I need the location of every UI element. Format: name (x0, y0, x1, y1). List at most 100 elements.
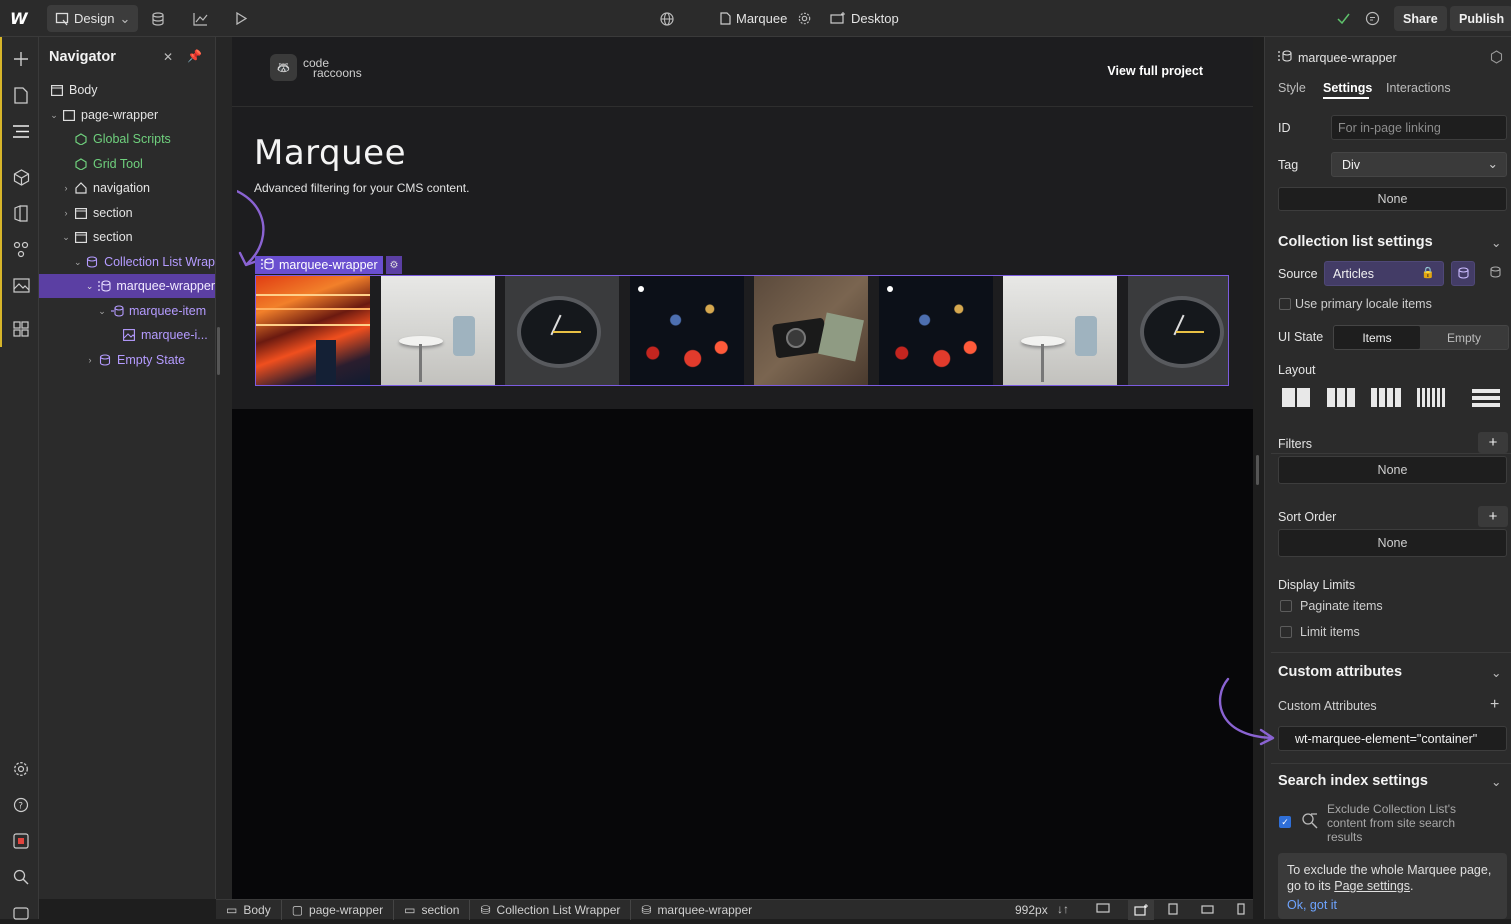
primary-locale-checkbox[interactable] (1279, 298, 1291, 310)
close-icon[interactable]: ✕ (163, 50, 173, 64)
nav-item-navigation[interactable]: › navigation (39, 176, 215, 200)
breadcrumb-body[interactable]: ▭ Body (216, 899, 282, 920)
video-tutorials-icon[interactable] (10, 902, 32, 924)
search-index-title[interactable]: Search index settings (1278, 773, 1428, 789)
desktop-icon[interactable] (1096, 903, 1110, 918)
nav-item-marquee-item[interactable]: ⌄ marquee-item (39, 299, 215, 323)
nav-item-marquee-wrapper[interactable]: ⌄ marquee-wrapper (39, 274, 215, 298)
pin-icon[interactable]: 📌 (187, 49, 202, 63)
preview-icon[interactable] (235, 0, 247, 37)
layout-rows-option[interactable] (1468, 384, 1504, 411)
style-manager-icon[interactable] (10, 202, 32, 224)
ui-state-items-option[interactable]: Items (1334, 326, 1420, 349)
layout-3-columns-option[interactable] (1323, 384, 1359, 411)
exclude-search-checkbox[interactable]: ✓ (1279, 816, 1291, 828)
ok-got-it-link[interactable]: Ok, got it (1287, 898, 1337, 912)
none-field[interactable]: None (1278, 187, 1507, 211)
marquee-image-bokeh-2[interactable] (878, 276, 993, 385)
nav-item-collection-list-wrapper[interactable]: ⌄ Collection List Wrap (39, 250, 215, 274)
check-icon[interactable] (1337, 0, 1350, 37)
tablet-icon[interactable] (1168, 903, 1178, 918)
sort-order-field[interactable]: None (1278, 529, 1507, 557)
variables-icon[interactable] (10, 238, 32, 260)
design-mode-button[interactable]: Design ⌄ (47, 5, 139, 32)
page-selector[interactable]: Marquee (720, 0, 787, 37)
record-icon[interactable] (10, 830, 32, 852)
globe-icon[interactable] (660, 0, 674, 37)
filters-field[interactable]: None (1278, 456, 1507, 484)
layout-2-columns-option[interactable] (1278, 384, 1314, 411)
collection-settings-title[interactable]: Collection list settings (1278, 234, 1433, 250)
webflow-logo[interactable]: W (10, 9, 32, 28)
nav-item-empty-state[interactable]: › Empty State (39, 348, 215, 372)
source-select[interactable]: Articles 🔒 (1324, 261, 1444, 286)
layout-4-columns-option[interactable] (1368, 384, 1404, 411)
add-sort-button[interactable]: + (1478, 506, 1508, 527)
comments-icon[interactable] (1365, 0, 1380, 37)
breakpoint-selector[interactable]: Desktop (830, 0, 899, 37)
breadcrumb-marquee-wrapper[interactable]: ⛁ marquee-wrapper (631, 900, 762, 920)
ui-state-empty-option[interactable]: Empty (1420, 326, 1508, 349)
custom-attribute-row[interactable]: wt-marquee-element="container" (1278, 726, 1507, 751)
tag-select[interactable]: Div ⌄ (1331, 152, 1507, 177)
marquee-image-bokeh[interactable] (629, 276, 744, 385)
share-button[interactable]: Share (1394, 6, 1447, 31)
tab-interactions[interactable]: Interactions (1386, 81, 1451, 95)
layout-6-columns-option[interactable] (1413, 384, 1449, 411)
sort-icon[interactable]: ↓↑ (1057, 902, 1069, 916)
nav-item-section-1[interactable]: › section (39, 201, 215, 225)
nav-item-grid-tool[interactable]: Grid Tool (39, 152, 215, 176)
chevron-down-icon[interactable]: ⌄ (1491, 665, 1501, 680)
marquee-image-neon[interactable] (256, 276, 370, 385)
nav-item-page-wrapper[interactable]: ⌄ page-wrapper (39, 103, 215, 127)
navigator-icon[interactable] (10, 120, 32, 142)
panel-resize-handle[interactable] (1253, 37, 1264, 899)
breadcrumb-page-wrapper[interactable]: ▢ page-wrapper (282, 899, 395, 920)
id-input[interactable]: For in-page linking (1331, 115, 1507, 140)
chevron-down-icon[interactable]: ⌄ (1491, 235, 1501, 250)
component-icon[interactable] (1490, 50, 1503, 67)
apps-icon[interactable] (10, 318, 32, 340)
view-full-project-link[interactable]: View full project (1107, 64, 1203, 78)
components-icon[interactable] (10, 166, 32, 188)
nav-item-body[interactable]: Body (39, 78, 215, 102)
marquee-image-watch-2[interactable] (1127, 276, 1228, 385)
chevron-down-icon[interactable]: ⌄ (1491, 774, 1501, 789)
marquee-wrapper-element[interactable] (255, 275, 1229, 386)
limit-items-checkbox[interactable] (1280, 626, 1292, 638)
mobile-landscape-icon[interactable] (1201, 904, 1214, 918)
nav-item-marquee-image[interactable]: marquee-i... (39, 323, 215, 347)
element-settings-gear-icon[interactable]: ⚙ (386, 256, 402, 274)
assets-icon[interactable] (10, 274, 32, 296)
site-logo[interactable]: 🦝 code raccoons (270, 54, 362, 81)
marquee-image-cafe[interactable] (380, 276, 495, 385)
marquee-image-cafe-2[interactable] (1003, 276, 1117, 385)
marquee-image-camera[interactable] (754, 276, 868, 385)
canvas-width-readout[interactable]: 992px (1015, 903, 1048, 917)
nav-item-section-2[interactable]: ⌄ section (39, 225, 215, 249)
paginate-checkbox[interactable] (1280, 600, 1292, 612)
pages-icon[interactable] (10, 84, 32, 106)
navigator-scrollbar[interactable] (216, 37, 232, 899)
cms-icon[interactable] (151, 0, 165, 37)
page-settings-gear-icon[interactable] (798, 0, 811, 37)
design-canvas[interactable]: 🦝 code raccoons View full project Marque… (232, 37, 1253, 899)
selected-element-label[interactable]: marquee-wrapper (255, 256, 383, 274)
tab-style[interactable]: Style (1278, 81, 1306, 95)
settings-gear-icon[interactable] (10, 758, 32, 780)
mobile-portrait-icon[interactable] (1237, 903, 1245, 918)
nav-item-global-scripts[interactable]: Global Scripts (39, 127, 215, 151)
add-filter-button[interactable]: + (1478, 432, 1508, 453)
breadcrumb-collection-list-wrapper[interactable]: ⛁ Collection List Wrapper (470, 899, 632, 920)
custom-attributes-title[interactable]: Custom attributes (1278, 664, 1402, 680)
analytics-icon[interactable] (193, 0, 208, 37)
desktop-star-breakpoint-icon[interactable] (1128, 900, 1154, 920)
publish-button[interactable]: Publish (1450, 6, 1511, 31)
page-settings-link[interactable]: Page settings (1334, 879, 1410, 893)
add-attribute-icon[interactable]: + (1490, 696, 1499, 714)
search-icon[interactable] (10, 866, 32, 888)
database-icon[interactable] (1489, 266, 1502, 282)
tab-settings[interactable]: Settings (1323, 81, 1372, 95)
marquee-image-watch[interactable] (505, 276, 619, 385)
help-icon[interactable]: ? (10, 794, 32, 816)
